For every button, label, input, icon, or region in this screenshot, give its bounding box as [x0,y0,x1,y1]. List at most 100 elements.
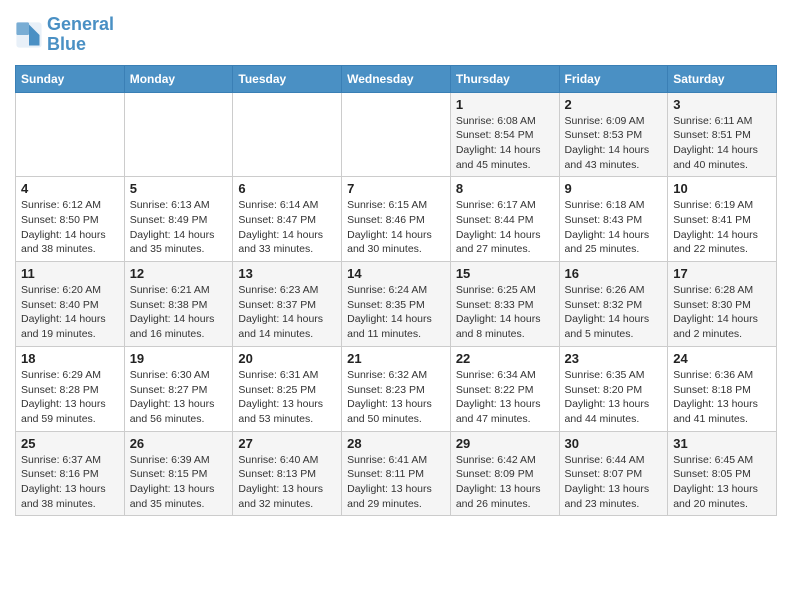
day-info: Sunrise: 6:19 AM Sunset: 8:41 PM Dayligh… [673,198,771,257]
calendar-cell: 27 Sunrise: 6:40 AM Sunset: 8:13 PM Dayli… [233,431,342,516]
day-info: Sunrise: 6:24 AM Sunset: 8:35 PM Dayligh… [347,283,445,342]
calendar-cell: 17 Sunrise: 6:28 AM Sunset: 8:30 PM Dayli… [668,262,777,347]
weekday-header: Friday [559,65,668,92]
calendar-cell: 6 Sunrise: 6:14 AM Sunset: 8:47 PM Daylig… [233,177,342,262]
day-info: Sunrise: 6:12 AM Sunset: 8:50 PM Dayligh… [21,198,119,257]
day-info: Sunrise: 6:32 AM Sunset: 8:23 PM Dayligh… [347,368,445,427]
calendar-cell: 25Sunrise: 6:37 AM Sunset: 8:16 PM Dayli… [16,431,125,516]
calendar-cell: 24 Sunrise: 6:36 AM Sunset: 8:18 PM Dayli… [668,346,777,431]
weekday-header-row: SundayMondayTuesdayWednesdayThursdayFrid… [16,65,777,92]
day-info: Sunrise: 6:11 AM Sunset: 8:51 PM Dayligh… [673,114,771,173]
calendar-cell [16,92,125,177]
day-info: Sunrise: 6:23 AM Sunset: 8:37 PM Dayligh… [238,283,336,342]
calendar-cell: 19 Sunrise: 6:30 AM Sunset: 8:27 PM Dayli… [124,346,233,431]
calendar-cell: 16 Sunrise: 6:26 AM Sunset: 8:32 PM Dayli… [559,262,668,347]
day-info: Sunrise: 6:31 AM Sunset: 8:25 PM Dayligh… [238,368,336,427]
day-number: 4 [21,181,119,196]
calendar-week-row: 1 Sunrise: 6:08 AM Sunset: 8:54 PM Daylig… [16,92,777,177]
logo-text: General Blue [47,15,114,55]
day-info: Sunrise: 6:17 AM Sunset: 8:44 PM Dayligh… [456,198,554,257]
day-info: Sunrise: 6:09 AM Sunset: 8:53 PM Dayligh… [565,114,663,173]
day-number: 21 [347,351,445,366]
weekday-header: Thursday [450,65,559,92]
calendar-cell: 21 Sunrise: 6:32 AM Sunset: 8:23 PM Dayli… [342,346,451,431]
day-number: 26 [130,436,228,451]
day-info: Sunrise: 6:25 AM Sunset: 8:33 PM Dayligh… [456,283,554,342]
day-info: Sunrise: 6:15 AM Sunset: 8:46 PM Dayligh… [347,198,445,257]
day-info: Sunrise: 6:45 AM Sunset: 8:05 PM Dayligh… [673,453,771,512]
calendar-cell: 31 Sunrise: 6:45 AM Sunset: 8:05 PM Dayli… [668,431,777,516]
calendar-cell: 8 Sunrise: 6:17 AM Sunset: 8:44 PM Daylig… [450,177,559,262]
day-number: 8 [456,181,554,196]
day-info: Sunrise: 6:40 AM Sunset: 8:13 PM Dayligh… [238,453,336,512]
day-info: Sunrise: 6:28 AM Sunset: 8:30 PM Dayligh… [673,283,771,342]
calendar-cell: 2 Sunrise: 6:09 AM Sunset: 8:53 PM Daylig… [559,92,668,177]
day-info: Sunrise: 6:41 AM Sunset: 8:11 PM Dayligh… [347,453,445,512]
calendar-cell: 23 Sunrise: 6:35 AM Sunset: 8:20 PM Dayli… [559,346,668,431]
calendar-cell: 22 Sunrise: 6:34 AM Sunset: 8:22 PM Dayli… [450,346,559,431]
page-header: General Blue [15,15,777,55]
calendar-cell: 18Sunrise: 6:29 AM Sunset: 8:28 PM Dayli… [16,346,125,431]
day-number: 28 [347,436,445,451]
weekday-header: Wednesday [342,65,451,92]
day-number: 30 [565,436,663,451]
calendar-cell: 5 Sunrise: 6:13 AM Sunset: 8:49 PM Daylig… [124,177,233,262]
calendar-table: SundayMondayTuesdayWednesdayThursdayFrid… [15,65,777,517]
day-number: 27 [238,436,336,451]
calendar-cell: 10Sunrise: 6:19 AM Sunset: 8:41 PM Dayli… [668,177,777,262]
calendar-cell [124,92,233,177]
calendar-cell: 20 Sunrise: 6:31 AM Sunset: 8:25 PM Dayli… [233,346,342,431]
day-info: Sunrise: 6:35 AM Sunset: 8:20 PM Dayligh… [565,368,663,427]
day-number: 6 [238,181,336,196]
logo: General Blue [15,15,114,55]
day-number: 7 [347,181,445,196]
day-number: 20 [238,351,336,366]
day-info: Sunrise: 6:20 AM Sunset: 8:40 PM Dayligh… [21,283,119,342]
calendar-cell: 26Sunrise: 6:39 AM Sunset: 8:15 PM Dayli… [124,431,233,516]
day-number: 18 [21,351,119,366]
calendar-cell: 28 Sunrise: 6:41 AM Sunset: 8:11 PM Dayli… [342,431,451,516]
day-info: Sunrise: 6:44 AM Sunset: 8:07 PM Dayligh… [565,453,663,512]
day-info: Sunrise: 6:34 AM Sunset: 8:22 PM Dayligh… [456,368,554,427]
day-number: 24 [673,351,771,366]
calendar-cell [233,92,342,177]
day-number: 23 [565,351,663,366]
day-number: 29 [456,436,554,451]
day-number: 19 [130,351,228,366]
day-info: Sunrise: 6:21 AM Sunset: 8:38 PM Dayligh… [130,283,228,342]
calendar-cell: 11 Sunrise: 6:20 AM Sunset: 8:40 PM Dayli… [16,262,125,347]
logo-icon [15,21,43,49]
day-number: 22 [456,351,554,366]
day-info: Sunrise: 6:26 AM Sunset: 8:32 PM Dayligh… [565,283,663,342]
day-number: 11 [21,266,119,281]
day-number: 17 [673,266,771,281]
day-info: Sunrise: 6:14 AM Sunset: 8:47 PM Dayligh… [238,198,336,257]
weekday-header: Saturday [668,65,777,92]
day-info: Sunrise: 6:08 AM Sunset: 8:54 PM Dayligh… [456,114,554,173]
day-number: 15 [456,266,554,281]
calendar-week-row: 11 Sunrise: 6:20 AM Sunset: 8:40 PM Dayli… [16,262,777,347]
day-number: 31 [673,436,771,451]
calendar-cell: 30 Sunrise: 6:44 AM Sunset: 8:07 PM Dayli… [559,431,668,516]
calendar-cell: 29 Sunrise: 6:42 AM Sunset: 8:09 PM Dayli… [450,431,559,516]
calendar-week-row: 25Sunrise: 6:37 AM Sunset: 8:16 PM Dayli… [16,431,777,516]
calendar-cell: 1 Sunrise: 6:08 AM Sunset: 8:54 PM Daylig… [450,92,559,177]
day-info: Sunrise: 6:36 AM Sunset: 8:18 PM Dayligh… [673,368,771,427]
day-info: Sunrise: 6:18 AM Sunset: 8:43 PM Dayligh… [565,198,663,257]
calendar-cell: 4 Sunrise: 6:12 AM Sunset: 8:50 PM Daylig… [16,177,125,262]
weekday-header: Monday [124,65,233,92]
day-info: Sunrise: 6:30 AM Sunset: 8:27 PM Dayligh… [130,368,228,427]
calendar-cell [342,92,451,177]
day-number: 9 [565,181,663,196]
calendar-week-row: 4 Sunrise: 6:12 AM Sunset: 8:50 PM Daylig… [16,177,777,262]
day-info: Sunrise: 6:13 AM Sunset: 8:49 PM Dayligh… [130,198,228,257]
day-number: 25 [21,436,119,451]
day-number: 1 [456,97,554,112]
day-info: Sunrise: 6:42 AM Sunset: 8:09 PM Dayligh… [456,453,554,512]
day-number: 5 [130,181,228,196]
day-number: 16 [565,266,663,281]
calendar-cell: 13Sunrise: 6:23 AM Sunset: 8:37 PM Dayli… [233,262,342,347]
calendar-week-row: 18Sunrise: 6:29 AM Sunset: 8:28 PM Dayli… [16,346,777,431]
calendar-cell: 3Sunrise: 6:11 AM Sunset: 8:51 PM Daylig… [668,92,777,177]
day-number: 2 [565,97,663,112]
